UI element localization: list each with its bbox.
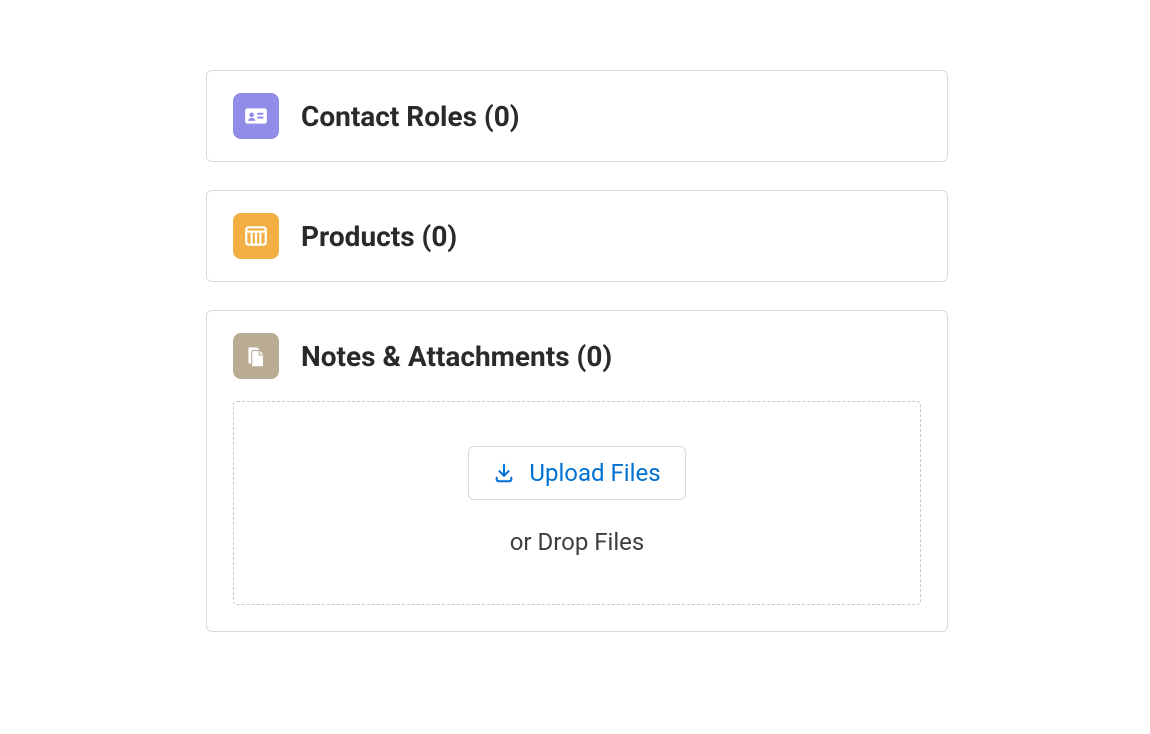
notes-attachments-title: Notes & Attachments (0) (301, 340, 612, 373)
file-drop-zone[interactable]: Upload Files or Drop Files (233, 401, 921, 605)
contact-roles-card: Contact Roles (0) (206, 70, 948, 162)
contact-roles-title: Contact Roles (0) (301, 100, 520, 133)
notes-attachments-card: Notes & Attachments (0) Upload Files or … (206, 310, 948, 632)
upload-files-button[interactable]: Upload Files (468, 446, 685, 500)
products-icon (233, 213, 279, 259)
products-header[interactable]: Products (0) (207, 191, 947, 281)
upload-files-label: Upload Files (529, 459, 660, 487)
products-card: Products (0) (206, 190, 948, 282)
contact-roles-icon (233, 93, 279, 139)
notes-attachments-icon (233, 333, 279, 379)
upload-icon (493, 462, 515, 484)
contact-roles-header[interactable]: Contact Roles (0) (207, 71, 947, 161)
drop-files-text: or Drop Files (244, 528, 910, 556)
products-title: Products (0) (301, 220, 457, 253)
notes-attachments-header[interactable]: Notes & Attachments (0) (207, 311, 947, 401)
related-lists: Contact Roles (0) Products (0) (0, 0, 948, 632)
